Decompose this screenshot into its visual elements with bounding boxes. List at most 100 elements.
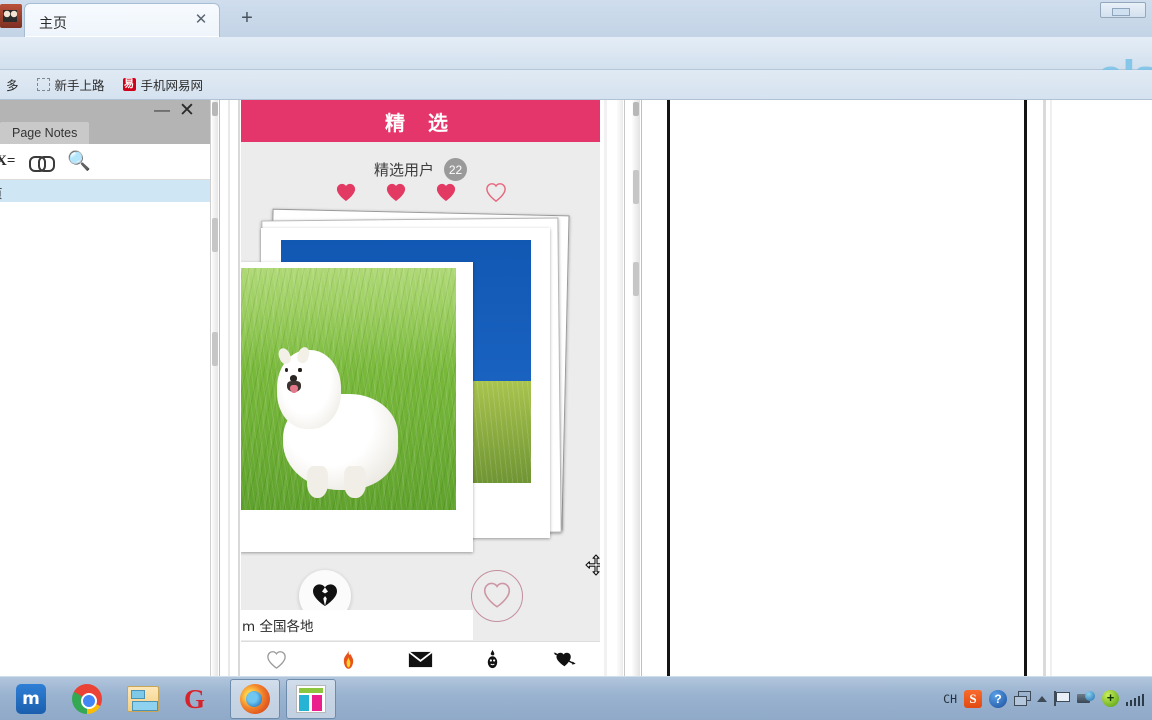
window-restore-button[interactable] [1100, 2, 1146, 18]
taskbar-item-g-app[interactable]: G [174, 679, 224, 719]
puppy-eye-right [298, 367, 302, 373]
scrollbar-left[interactable] [212, 100, 218, 676]
bookmark-bar: 多 新手上路 易 手机网易网 [0, 70, 1152, 100]
puppy-eye-left [284, 367, 289, 373]
bookmark-item-getting-started[interactable]: 新手上路 [31, 73, 111, 96]
card-front-active[interactable] [241, 262, 473, 552]
taskbar-item-chrome[interactable] [62, 679, 112, 719]
taskbar-item-firefox[interactable] [230, 678, 280, 719]
nav-flame-icon[interactable] [334, 647, 364, 671]
dashed-box-icon [36, 78, 50, 91]
folder-icon [127, 685, 159, 712]
divider-left-c [228, 100, 230, 676]
tab-page-notes[interactable]: Page Notes [0, 122, 90, 144]
bookmark-item-more[interactable]: 多 [0, 73, 25, 96]
divider-right-d [1043, 100, 1046, 676]
firefox-icon [240, 683, 270, 714]
new-tab-button[interactable]: + [236, 8, 258, 30]
bookmark-label-getting-started: 新手上路 [54, 78, 105, 93]
show-hidden-icons-arrow[interactable] [1037, 695, 1047, 702]
sogou-icon[interactable]: S [964, 689, 982, 708]
move-cursor [585, 554, 600, 576]
nav-cupid-icon[interactable] [549, 647, 579, 671]
puppy-tongue [290, 384, 298, 394]
featured-count-badge: 22 [444, 158, 467, 181]
bookmark-label-more: 多 [6, 78, 19, 93]
system-tray: CH S ? [943, 689, 1152, 708]
netease-icon: 易 [122, 78, 136, 91]
taskbar-item-file-explorer[interactable] [118, 679, 168, 719]
scroll-thumb-left-3[interactable] [212, 332, 218, 366]
tab-strip: 主页 ✕ + [0, 0, 1152, 37]
hearts-indicator-row [241, 182, 600, 202]
heart-outline-icon [482, 581, 512, 611]
mobile-app-preview: 精 选 精选用户 22 m 全国各地 [241, 100, 600, 676]
window-favicon [0, 4, 22, 28]
nav-profile-icon[interactable] [477, 647, 507, 671]
network-icon[interactable] [1077, 690, 1095, 707]
divider-right-a [604, 100, 607, 676]
like-button[interactable] [471, 570, 523, 622]
blank-far-right-region [1052, 100, 1152, 676]
scroll-thumb-right-3[interactable] [633, 262, 639, 296]
puppy-head [276, 345, 342, 429]
window-icon[interactable] [1014, 690, 1031, 707]
card-stack[interactable]: m 全国各地 [241, 208, 600, 640]
signal-bars-icon[interactable] [1126, 692, 1145, 706]
color-app-icon [296, 684, 326, 713]
windows-taskbar: m G CH S ? [0, 676, 1152, 720]
page-notes-toolbar: X= 🔍 [0, 144, 210, 180]
tab-title: 主页 [39, 16, 67, 32]
divider-black-2 [1024, 100, 1027, 676]
heart-filled-icon-1 [335, 182, 357, 202]
bottom-navigation [241, 641, 600, 676]
updater-icon[interactable] [1102, 690, 1119, 707]
scrollbar-right[interactable] [617, 100, 623, 676]
flag-icon[interactable] [1054, 691, 1070, 706]
search-icon[interactable]: 🔍 [67, 152, 91, 171]
formula-icon[interactable]: X= [0, 153, 15, 170]
chrome-icon [72, 683, 102, 714]
navigation-bar: 127.0.0.1:32767/start.html#p=主页 ⟳ 百度 <Ct… [0, 37, 1152, 103]
page-notes-body [0, 202, 210, 676]
page-notes-row-label: 页 [0, 183, 3, 202]
scroll-thumb-left-2[interactable] [212, 218, 218, 252]
page-notes-selected-row[interactable]: 页 [0, 180, 210, 202]
app-header-title: 精 选 [241, 100, 600, 142]
divider-right-c [641, 100, 642, 676]
puppy-leg-back [344, 466, 366, 499]
link-icon[interactable] [29, 155, 56, 172]
card-caption: m 全国各地 [241, 610, 473, 640]
blank-right-region [670, 100, 1024, 676]
puppy-leg-front [306, 466, 329, 499]
browser-window: 主页 ✕ + 127.0.0.1:32767/start.html#p=主页 ⟳… [0, 0, 1152, 676]
minimize-icon[interactable]: — [154, 103, 170, 122]
g-app-icon: G [184, 683, 206, 714]
divider-left-b [219, 100, 220, 676]
tab-home[interactable]: 主页 ✕ [24, 3, 220, 37]
scroll-thumb-left-1[interactable] [212, 102, 218, 116]
bookmark-label-netease: 手机网易网 [140, 78, 204, 93]
featured-users-label: 精选用户 [373, 161, 434, 179]
nav-mail-icon[interactable] [405, 647, 435, 671]
heart-filled-icon-3 [435, 182, 457, 202]
scroll-thumb-right-2[interactable] [633, 170, 639, 204]
help-icon[interactable]: ? [989, 689, 1007, 708]
puppy-figure [275, 345, 409, 499]
divider-right-b [624, 100, 625, 676]
maxthon-icon: m [16, 683, 46, 714]
taskbar-item-maxthon[interactable]: m [6, 679, 56, 719]
scroll-thumb-right-1[interactable] [633, 102, 639, 116]
page-content: — ✕ Page Notes X= 🔍 页 精 选 精选用户 22 [0, 100, 1152, 676]
input-method-indicator[interactable]: CH [943, 692, 957, 706]
heart-outline-icon-4 [485, 182, 507, 202]
broken-heart-icon [312, 583, 338, 610]
taskbar-item-color-app[interactable] [286, 678, 336, 719]
featured-users-row: 精选用户 22 [241, 158, 600, 181]
divider-left-d [238, 100, 240, 676]
bookmark-item-netease[interactable]: 易 手机网易网 [117, 73, 210, 96]
divider-left-a [210, 100, 211, 676]
close-icon[interactable]: ✕ [193, 12, 209, 28]
nav-heart-icon[interactable] [262, 647, 292, 671]
close-icon[interactable]: ✕ [178, 101, 196, 120]
